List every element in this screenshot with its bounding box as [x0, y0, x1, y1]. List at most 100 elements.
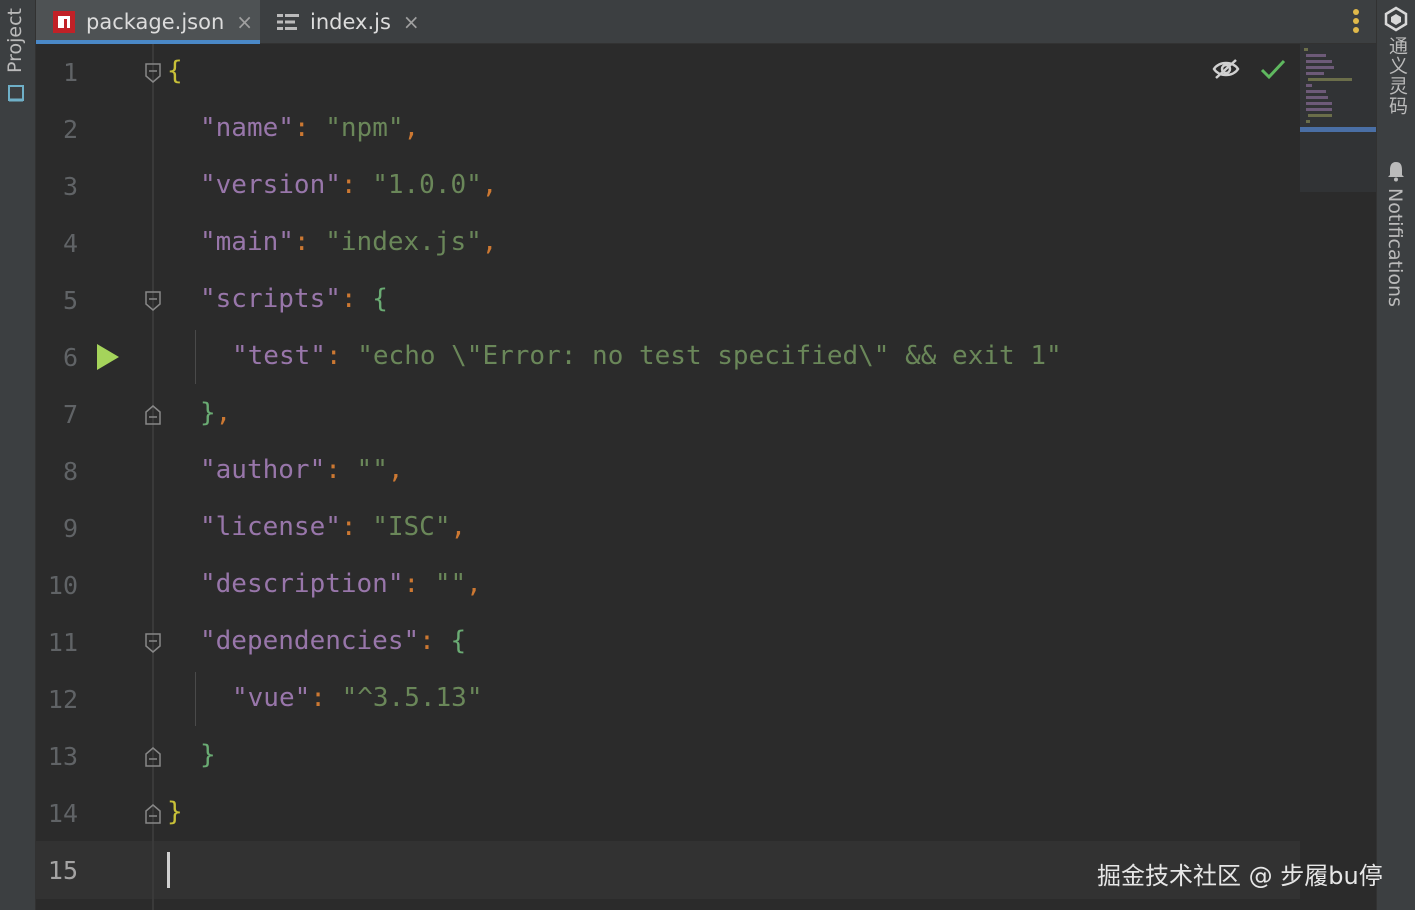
- code-line[interactable]: 12 "vue": "^3.5.13": [36, 671, 1300, 728]
- line-number: 11: [47, 628, 78, 657]
- line-number: 10: [47, 571, 78, 600]
- line-number: 12: [47, 685, 78, 714]
- json-brace: {: [167, 56, 183, 86]
- json-colon: :: [325, 455, 341, 485]
- code-line[interactable]: 9 "license": "ISC",: [36, 500, 1300, 557]
- code-line[interactable]: 3 "version": "1.0.0",: [36, 158, 1300, 215]
- line-number: 5: [62, 286, 78, 315]
- minimap-line: [1306, 90, 1326, 93]
- json-brace: }: [167, 797, 183, 827]
- json-comma: ,: [450, 512, 467, 542]
- ai-assistant-icon[interactable]: [1383, 6, 1409, 32]
- json-comma: ,: [481, 170, 498, 200]
- minimap-line: [1306, 102, 1332, 105]
- watermark: 掘金技术社区 @ 步履bu停: [1097, 862, 1383, 890]
- json-key: "name": [200, 113, 294, 143]
- minimap-viewport[interactable]: [1300, 127, 1376, 132]
- minimap[interactable]: [1300, 44, 1376, 192]
- fold-icon[interactable]: [144, 290, 162, 312]
- check-icon[interactable]: [1260, 58, 1286, 80]
- json-colon: :: [340, 512, 357, 542]
- json-brace: {: [372, 284, 388, 314]
- ai-assistant-label[interactable]: 通义灵码: [1384, 36, 1411, 116]
- tab-label: package.json: [86, 10, 225, 34]
- line-number: 1: [62, 58, 78, 87]
- notifications-label[interactable]: Notifications: [1384, 188, 1406, 307]
- json-comma: ,: [466, 569, 482, 599]
- json-comma: ,: [403, 113, 420, 143]
- json-brace: {: [450, 626, 467, 656]
- fold-icon[interactable]: [144, 632, 162, 654]
- tab-index-js[interactable]: index.js ×: [260, 0, 430, 44]
- run-script-icon[interactable]: [96, 343, 120, 371]
- line-number: 3: [62, 172, 78, 201]
- code-line[interactable]: 1 {: [36, 44, 1300, 101]
- json-colon: :: [293, 227, 310, 257]
- json-key: "dependencies": [200, 626, 420, 656]
- close-icon[interactable]: ×: [403, 10, 420, 34]
- fold-icon[interactable]: [144, 62, 162, 84]
- json-colon: :: [340, 284, 357, 314]
- line-number: 13: [47, 742, 78, 771]
- code-line[interactable]: 7 },: [36, 386, 1300, 443]
- project-tool-button[interactable]: Project: [0, 0, 36, 112]
- json-key: "vue": [232, 683, 311, 713]
- line-number: 9: [62, 514, 78, 543]
- line-number: 15: [47, 856, 78, 885]
- json-colon: :: [419, 626, 435, 656]
- folder-icon: [8, 85, 24, 102]
- code-line[interactable]: 10 "description": "",: [36, 557, 1300, 614]
- more-options-icon[interactable]: [1352, 8, 1360, 34]
- json-colon: :: [403, 569, 420, 599]
- eye-off-icon[interactable]: [1212, 58, 1240, 80]
- json-value: "index.js": [325, 227, 482, 257]
- json-value: "1.0.0": [372, 170, 482, 200]
- right-tool-strip: 通义灵码 Notifications: [1376, 0, 1415, 910]
- minimap-line: [1306, 60, 1332, 63]
- code-line[interactable]: 5 "scripts": {: [36, 272, 1300, 329]
- code-line[interactable]: 13 }: [36, 728, 1300, 785]
- minimap-line: [1304, 48, 1308, 51]
- fold-end-icon[interactable]: [144, 746, 162, 768]
- structure-icon: [277, 14, 299, 30]
- minimap-line: [1306, 54, 1326, 57]
- npm-icon: [53, 11, 75, 33]
- json-key: "scripts": [200, 284, 341, 314]
- code-line[interactable]: 14 }: [36, 785, 1300, 842]
- line-number: 8: [62, 457, 78, 486]
- minimap-line: [1308, 114, 1332, 117]
- code-line[interactable]: 4 "main": "index.js",: [36, 215, 1300, 272]
- json-key: "license": [200, 512, 341, 542]
- fold-end-icon[interactable]: [144, 803, 162, 825]
- json-value: "npm": [325, 113, 404, 143]
- line-number: 4: [62, 229, 78, 258]
- json-colon: :: [293, 113, 310, 143]
- json-key: "description": [200, 569, 404, 599]
- json-key: "main": [200, 227, 294, 257]
- json-brace: }: [200, 398, 216, 428]
- code-line[interactable]: 11 "dependencies": {: [36, 614, 1300, 671]
- text-caret: [167, 852, 170, 888]
- tab-package-json[interactable]: package.json ×: [36, 0, 260, 44]
- code-line[interactable]: 6 "test": "echo \"Error: no test specifi…: [36, 329, 1300, 386]
- json-comma: ,: [387, 455, 404, 485]
- project-label: Project: [4, 8, 26, 74]
- json-value: "": [356, 455, 388, 485]
- json-colon: :: [340, 170, 357, 200]
- json-colon: :: [310, 683, 326, 713]
- close-icon[interactable]: ×: [236, 10, 253, 34]
- fold-end-icon[interactable]: [144, 404, 162, 426]
- bell-icon[interactable]: [1386, 160, 1406, 182]
- left-tool-strip: Project: [0, 0, 36, 910]
- minimap-line: [1306, 66, 1334, 69]
- code-editor[interactable]: 1 { 2 "name": "npm", 3 "version": "1.0.0…: [36, 44, 1376, 910]
- minimap-line: [1306, 108, 1332, 111]
- json-key: "author": [200, 455, 326, 485]
- line-number: 7: [62, 400, 78, 429]
- line-number: 14: [47, 799, 78, 828]
- code-line[interactable]: 2 "name": "npm",: [36, 101, 1300, 158]
- json-value: "echo \"Error: no test specified\" && ex…: [357, 341, 1062, 371]
- code-line[interactable]: 8 "author": "",: [36, 443, 1300, 500]
- minimap-line: [1306, 72, 1324, 75]
- json-comma: ,: [481, 227, 498, 257]
